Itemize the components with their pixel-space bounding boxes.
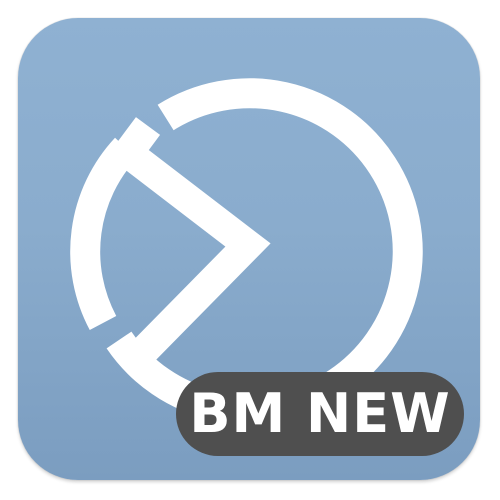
status-badge: BM NEW [176, 372, 464, 456]
icon-canvas: BM NEW [0, 0, 500, 500]
badge-label: BM NEW [189, 382, 451, 445]
